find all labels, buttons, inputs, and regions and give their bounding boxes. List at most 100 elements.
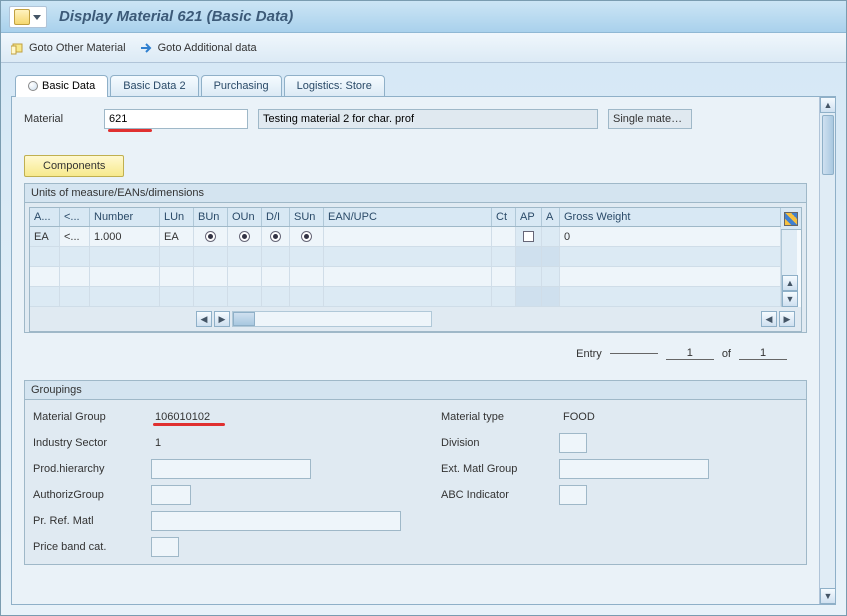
- col-bun[interactable]: BUn: [194, 208, 228, 226]
- menu-icon[interactable]: [14, 9, 30, 25]
- cell-bun[interactable]: [194, 227, 228, 246]
- grid-row-empty[interactable]: [30, 267, 781, 287]
- abc-indicator-label: ABC Indicator: [441, 489, 551, 501]
- grid-vscrollbar[interactable]: ▲ ▼: [781, 230, 797, 307]
- pr-ref-matl-field[interactable]: [151, 511, 401, 531]
- pr-ref-matl-label: Pr. Ref. Matl: [33, 515, 143, 527]
- ext-matl-group-label: Ext. Matl Group: [441, 463, 551, 475]
- entry-current: 1: [666, 347, 714, 360]
- scroll-down-button[interactable]: ▼: [820, 588, 836, 604]
- industry-sector-value: 1: [151, 437, 165, 449]
- grid-row-empty[interactable]: [30, 247, 781, 267]
- entry-counter: Entry 1 of 1: [24, 333, 807, 374]
- entry-blank: [610, 353, 658, 354]
- material-description-field[interactable]: [258, 109, 598, 129]
- authoriz-group-label: AuthorizGroup: [33, 489, 143, 501]
- highlight-underline: [108, 129, 152, 132]
- table-config-button[interactable]: [781, 208, 801, 230]
- tab-label: Basic Data: [42, 80, 95, 92]
- material-type-label: Material type: [441, 411, 551, 423]
- tab-label: Logistics: Store: [297, 80, 372, 92]
- goto-other-label: Goto Other Material: [29, 42, 126, 54]
- goto-additional-label: Goto Additional data: [158, 42, 257, 54]
- tab-purchasing[interactable]: Purchasing: [201, 75, 282, 96]
- division-label: Division: [441, 437, 551, 449]
- col-eanupc[interactable]: EAN/UPC: [324, 208, 492, 226]
- goto-additional-data-button[interactable]: Goto Additional data: [140, 41, 257, 55]
- scroll-down-button[interactable]: ▼: [782, 291, 798, 307]
- scroll-right-end-button[interactable]: ▶: [779, 311, 795, 327]
- tab-indicator-icon: [28, 81, 38, 91]
- menu-dropdown-icon[interactable]: [32, 9, 42, 25]
- content-inner: Material Single mate… Components Units o…: [12, 97, 819, 604]
- scroll-left-end-button[interactable]: ◀: [761, 311, 777, 327]
- hscroll-thumb[interactable]: [233, 312, 255, 326]
- material-type-value: FOOD: [559, 411, 599, 423]
- col-lun[interactable]: LUn: [160, 208, 194, 226]
- goto-other-icon: [11, 41, 25, 55]
- col-arrow[interactable]: <...: [60, 208, 90, 226]
- col-gross-weight[interactable]: Gross Weight: [560, 208, 781, 226]
- goto-other-material-button[interactable]: Goto Other Material: [11, 41, 126, 55]
- col-number[interactable]: Number: [90, 208, 160, 226]
- scroll-right-button[interactable]: ▶: [214, 311, 230, 327]
- col-oun[interactable]: OUn: [228, 208, 262, 226]
- uom-title: Units of measure/EANs/dimensions: [25, 184, 806, 203]
- industry-sector-row: Industry Sector 1: [33, 432, 401, 454]
- titlebar-button-group[interactable]: [9, 6, 47, 28]
- ext-matl-group-field[interactable]: [559, 459, 709, 479]
- title-bar: Display Material 621 (Basic Data): [1, 1, 846, 33]
- division-field[interactable]: [559, 433, 587, 453]
- cell-lun: EA: [160, 227, 194, 246]
- tab-basic-data-2[interactable]: Basic Data 2: [110, 75, 198, 96]
- hscroll-track[interactable]: [232, 311, 432, 327]
- material-field[interactable]: [104, 109, 248, 129]
- radio-icon: [239, 231, 250, 242]
- cell-ct: [492, 227, 516, 246]
- price-band-field[interactable]: [151, 537, 179, 557]
- cell-oun[interactable]: [228, 227, 262, 246]
- cell-a: EA: [30, 227, 60, 246]
- cell-di[interactable]: [262, 227, 290, 246]
- tab-logistics-store[interactable]: Logistics: Store: [284, 75, 385, 96]
- components-row: Components: [24, 155, 807, 177]
- scroll-thumb[interactable]: [822, 115, 834, 175]
- pr-ref-matl-row: Pr. Ref. Matl: [33, 510, 401, 532]
- entry-label: Entry: [576, 348, 602, 360]
- tab-bar: Basic Data Basic Data 2 Purchasing Logis…: [1, 63, 846, 96]
- panel-vscrollbar[interactable]: ▲ ▼: [819, 97, 835, 604]
- col-ap[interactable]: AP: [516, 208, 542, 226]
- entry-of: of: [722, 348, 731, 360]
- scroll-left-button[interactable]: ◀: [196, 311, 212, 327]
- col-di[interactable]: D/I: [262, 208, 290, 226]
- groupings-left-col: Material Group 106010102 Industry Sector…: [33, 406, 401, 558]
- scroll-up-button[interactable]: ▲: [820, 97, 836, 113]
- groupings-box: Groupings Material Group 106010102 Indus…: [24, 380, 807, 565]
- industry-sector-label: Industry Sector: [33, 437, 143, 449]
- scroll-up-button[interactable]: ▲: [782, 275, 798, 291]
- toolbar: Goto Other Material Goto Additional data: [1, 33, 846, 63]
- col-sun[interactable]: SUn: [290, 208, 324, 226]
- col-ct[interactable]: Ct: [492, 208, 516, 226]
- cell-a2: [542, 227, 560, 246]
- tab-label: Basic Data 2: [123, 80, 185, 92]
- prod-hierarchy-field[interactable]: [151, 459, 311, 479]
- grid-row-empty[interactable]: [30, 287, 781, 307]
- col-a2[interactable]: A: [542, 208, 560, 226]
- authoriz-group-field[interactable]: [151, 485, 191, 505]
- single-mate-field[interactable]: Single mate…: [608, 109, 692, 129]
- price-band-label: Price band cat.: [33, 541, 143, 553]
- components-button[interactable]: Components: [24, 155, 124, 177]
- sap-window: Display Material 621 (Basic Data) Goto O…: [0, 0, 847, 616]
- col-a[interactable]: A...: [30, 208, 60, 226]
- grid-hscroll: ◀ ▶ ◀ ▶: [30, 307, 801, 331]
- grid-row-1[interactable]: EA <... 1.000 EA: [30, 227, 781, 247]
- radio-icon: [301, 231, 312, 242]
- cell-ap[interactable]: [516, 227, 542, 246]
- material-header-row: Material Single mate…: [24, 109, 807, 129]
- cell-sun[interactable]: [290, 227, 324, 246]
- abc-indicator-field[interactable]: [559, 485, 587, 505]
- cell-number: 1.000: [90, 227, 160, 246]
- tab-basic-data[interactable]: Basic Data: [15, 75, 108, 97]
- price-band-row: Price band cat.: [33, 536, 401, 558]
